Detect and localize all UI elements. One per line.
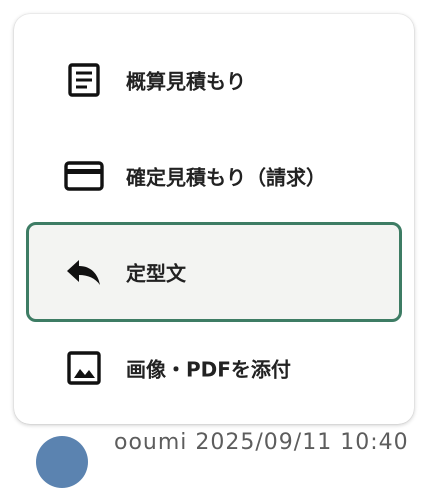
menu-item-rough-estimate[interactable]: 概算見積もり — [26, 30, 402, 130]
menu-item-template[interactable]: 定型文 — [26, 222, 402, 322]
reply-icon — [64, 252, 104, 292]
credit-card-icon — [64, 156, 104, 196]
background-message-row: ooumi 2025/09/11 10:40 — [30, 428, 426, 488]
document-icon — [64, 60, 104, 100]
menu-item-label: 定型文 — [126, 261, 186, 286]
image-icon — [64, 348, 104, 388]
menu-item-attach-image-pdf[interactable]: 画像・PDFを添付 — [26, 318, 402, 418]
menu-item-label: 画像・PDFを添付 — [126, 357, 291, 382]
menu-item-final-estimate[interactable]: 確定見積もり（請求） — [26, 126, 402, 226]
menu-item-label: 確定見積もり（請求） — [126, 165, 326, 190]
attachment-menu: 概算見積もり 確定見積もり（請求） 定型文 画像・PDFを添付 — [14, 14, 414, 424]
background-message-meta: ooumi 2025/09/11 10:40 — [114, 430, 409, 455]
menu-item-label: 概算見積もり — [126, 69, 246, 94]
